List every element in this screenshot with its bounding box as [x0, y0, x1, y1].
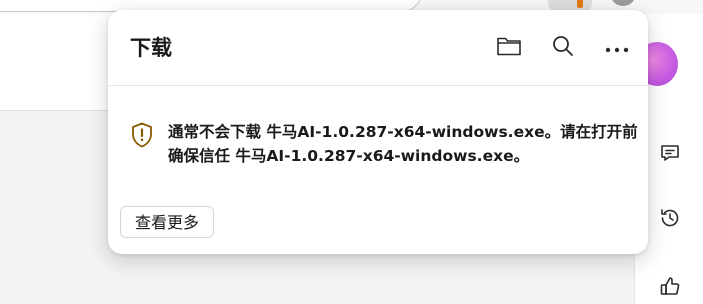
history-icon[interactable] [658, 206, 682, 230]
search-downloads-button[interactable] [548, 34, 578, 62]
shield-warning-icon [130, 122, 154, 148]
browser-window: 下载 通常不会下载 牛马AI-1.0.287-x64-windows.exe。请… [0, 0, 703, 304]
more-options-button[interactable] [602, 34, 632, 62]
view-more-button[interactable]: 查看更多 [120, 206, 215, 238]
search-icon [551, 34, 575, 62]
popup-divider [108, 85, 648, 86]
feedback-icon[interactable] [658, 141, 682, 165]
folder-icon [496, 35, 522, 61]
popup-toolbar [494, 34, 632, 62]
thumbs-up-icon[interactable] [658, 274, 682, 298]
more-horizontal-icon [605, 39, 629, 58]
download-progress-icon [577, 0, 583, 8]
downloads-popup: 下载 通常不会下载 牛马AI-1.0.287-x64-windows.exe。请… [108, 10, 648, 254]
warning-message: 通常不会下载 牛马AI-1.0.287-x64-windows.exe。请在打开… [168, 123, 638, 165]
popup-title: 下载 [130, 36, 172, 60]
open-folder-button[interactable] [494, 34, 524, 62]
toolbar-downloads-button[interactable] [548, 0, 592, 10]
